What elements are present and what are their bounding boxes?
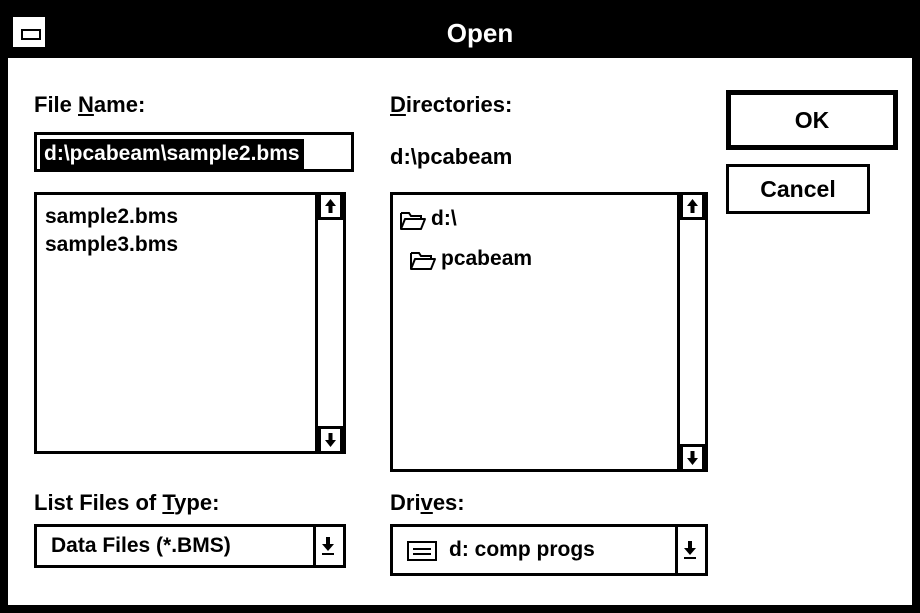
directories-label: Directories: [390, 92, 512, 118]
file-type-label-prefix: List Files of [34, 490, 163, 515]
open-folder-icon [410, 252, 436, 270]
cancel-button[interactable]: Cancel [726, 164, 870, 214]
directory-list[interactable]: d:\ pcabeam [390, 192, 708, 472]
open-dialog: Open File Name: d:\pcabeam\sample2.bms s… [0, 0, 920, 613]
arrow-up-icon [687, 199, 698, 213]
scroll-down-button[interactable] [318, 426, 343, 454]
file-type-label: List Files of Type: [34, 490, 219, 516]
current-directory-path: d:\pcabeam [390, 144, 513, 169]
scroll-down-button[interactable] [680, 444, 705, 472]
drives-label-prefix: Dri [390, 490, 421, 515]
directory-item-label: pcabeam [441, 247, 533, 270]
file-type-selected: Data Files (*.BMS) [51, 534, 231, 557]
file-type-label-suffix: ype: [174, 490, 220, 515]
directory-item-label: d:\ [431, 207, 457, 230]
drives-label-accel: v [420, 490, 433, 515]
dropdown-arrow-icon [322, 537, 334, 555]
arrow-down-icon [687, 451, 698, 465]
file-name-label: File Name: [34, 92, 145, 118]
drives-label-suffix: es: [432, 490, 465, 515]
file-list[interactable]: sample2.bms sample3.bms [34, 192, 346, 454]
file-list-scrollbar[interactable] [315, 192, 343, 454]
directories-label-suffix: irectories: [405, 92, 513, 117]
file-type-dropdown-button[interactable] [313, 527, 343, 565]
open-folder-icon [400, 212, 426, 230]
file-type-label-accel: T [162, 490, 175, 515]
ok-button[interactable]: OK [726, 90, 898, 150]
dropdown-arrow-icon [684, 541, 696, 559]
system-menu-icon [21, 29, 41, 40]
drives-selected: d: comp progs [449, 538, 595, 561]
directories-label-accel: D [390, 92, 406, 117]
drives-dropdown[interactable]: d: comp progs [390, 524, 708, 576]
title-bar[interactable]: Open [8, 8, 912, 58]
file-name-value[interactable]: d:\pcabeam\sample2.bms [40, 139, 304, 169]
scroll-up-button[interactable] [318, 192, 343, 220]
file-type-dropdown[interactable]: Data Files (*.BMS) [34, 524, 346, 568]
file-list-item[interactable]: sample2.bms [45, 205, 178, 229]
file-name-label-prefix: File [34, 92, 79, 117]
file-name-input[interactable]: d:\pcabeam\sample2.bms [34, 132, 354, 172]
drives-label: Drives: [390, 490, 465, 516]
arrow-down-icon [325, 433, 336, 447]
scroll-up-button[interactable] [680, 192, 705, 220]
system-menu-button[interactable] [10, 14, 48, 50]
file-name-label-accel: N [78, 92, 94, 117]
arrow-up-icon [325, 199, 336, 213]
file-name-label-suffix: ame: [93, 92, 146, 117]
drive-icon [407, 541, 437, 561]
file-list-item[interactable]: sample3.bms [45, 233, 178, 257]
drives-dropdown-button[interactable] [675, 527, 705, 573]
window-title: Open [446, 18, 514, 48]
directory-list-scrollbar[interactable] [677, 192, 705, 472]
